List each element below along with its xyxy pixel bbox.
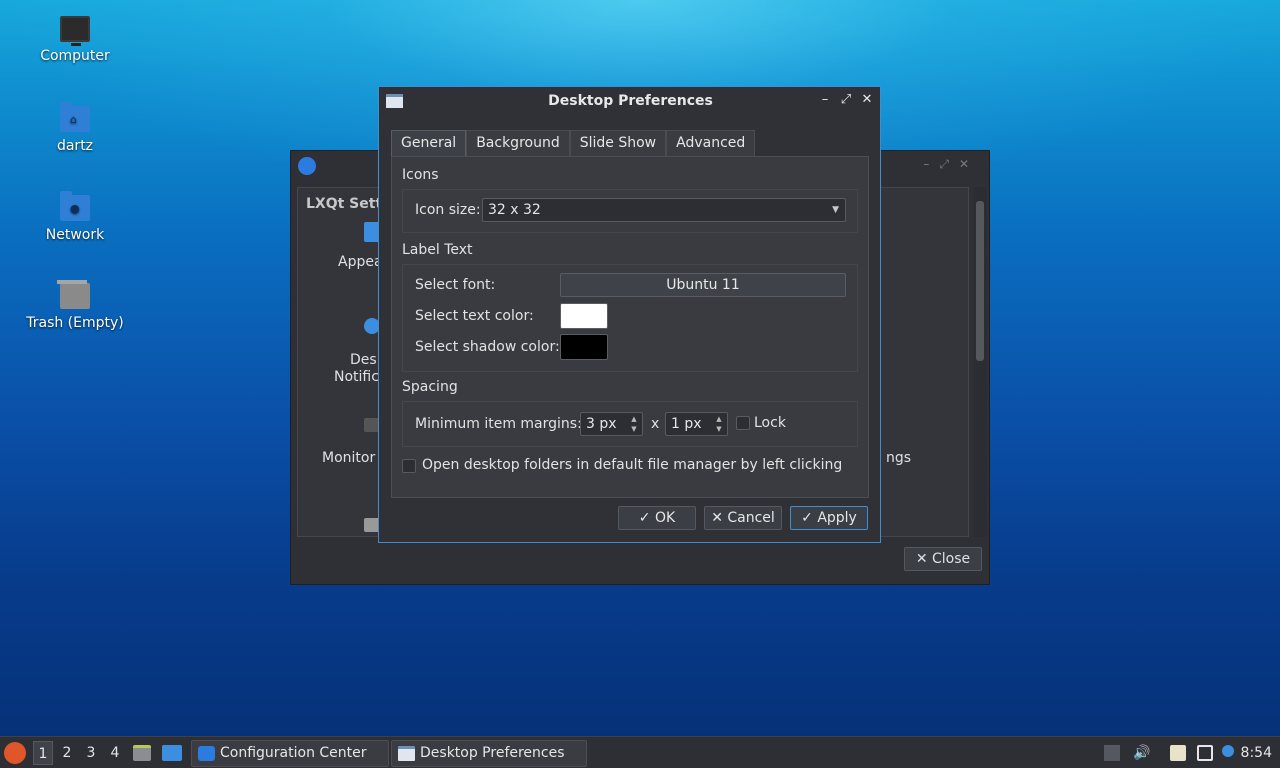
minimum-item-margins-label: Minimum item margins: <box>415 416 582 432</box>
settings-item-appearance[interactable]: Appea <box>338 254 383 270</box>
cancel-button[interactable]: ✕ Cancel <box>704 506 782 530</box>
spacing-group-title: Spacing <box>402 379 458 395</box>
task-desktop-preferences[interactable]: Desktop Preferences <box>391 740 587 767</box>
desktop-switch-1[interactable]: 1 <box>33 741 53 765</box>
margin-x-value: 3 px <box>586 416 617 432</box>
network-icon[interactable] <box>1197 745 1213 761</box>
window-controls[interactable]: –⤢✕ <box>923 157 979 172</box>
tab-bar: General Background Slide Show Advanced <box>391 130 756 158</box>
margin-y-value: 1 px <box>671 416 702 432</box>
minimize-icon[interactable]: – <box>818 92 832 107</box>
desktop-icon-dartz[interactable]: ⌂ dartz <box>20 102 130 154</box>
desktop-switch-4[interactable]: 4 <box>105 741 125 765</box>
select-shadow-color-label: Select shadow color: <box>415 339 560 355</box>
tray-arrow-icon[interactable] <box>1104 745 1120 761</box>
icon-size-select[interactable]: 32 x 32 ▼ <box>482 198 846 222</box>
icon-size-label: Icon size: <box>415 202 481 218</box>
spin-arrows-icon[interactable]: ▲ ▼ <box>628 414 640 434</box>
desktop-switch-3[interactable]: 3 <box>81 741 101 765</box>
select-font-button[interactable]: Ubuntu 11 <box>560 273 846 297</box>
margin-y-spinbox[interactable]: 1 px ▲ ▼ <box>665 412 728 436</box>
show-desktop-icon[interactable] <box>162 745 182 761</box>
close-button[interactable]: ✕ Close <box>904 547 982 571</box>
dialog-titlebar[interactable]: Desktop Preferences – ⤢ ✕ <box>379 87 880 116</box>
tab-slide-show[interactable]: Slide Show <box>569 130 667 157</box>
configuration-center-icon <box>198 746 215 761</box>
computer-icon <box>60 16 90 46</box>
desktop-icon-label: Network <box>45 227 105 243</box>
open-folders-label[interactable]: Open desktop folders in default file man… <box>422 457 842 473</box>
desktop-icon-label: dartz <box>56 138 94 154</box>
settings-heading: LXQt Setti <box>306 196 387 212</box>
tab-general[interactable]: General <box>391 130 467 158</box>
settings-item-settings[interactable]: ngs <box>886 450 911 466</box>
clipboard-icon[interactable] <box>1170 745 1186 761</box>
spacing-group: Minimum item margins: 3 px ▲ ▼ x 1 px ▲ ▼ … <box>402 401 858 447</box>
shadow-color-swatch[interactable] <box>560 334 608 360</box>
settings-scrollbar[interactable] <box>973 187 987 537</box>
icons-group-title: Icons <box>402 167 439 183</box>
settings-item-notifications[interactable]: Notific <box>334 369 379 385</box>
general-tab-panel: Icons Icon size: 32 x 32 ▼ Label Text Se… <box>391 156 869 498</box>
desktop-preferences-dialog[interactable]: Desktop Preferences – ⤢ ✕ General Backgr… <box>378 86 881 543</box>
desktop-icon-label: Computer <box>40 48 110 64</box>
ok-button[interactable]: ✓ OK <box>618 506 696 530</box>
desktop-icon-trash[interactable]: Trash (Empty) <box>20 280 130 331</box>
task-label: Configuration Center <box>220 745 367 761</box>
select-font-label: Select font: <box>415 277 496 293</box>
desktop-preferences-icon <box>398 746 415 761</box>
settings-item-monitor[interactable]: Monitor <box>322 450 375 466</box>
configuration-center-icon <box>298 157 316 175</box>
desktop-icon-computer[interactable]: Computer <box>20 16 130 64</box>
apply-button[interactable]: ✓ Apply <box>790 506 868 530</box>
tab-background[interactable]: Background <box>466 130 570 157</box>
text-color-swatch[interactable] <box>560 303 608 329</box>
close-icon[interactable]: ✕ <box>860 92 874 107</box>
icons-group: Icon size: 32 x 32 ▼ <box>402 189 858 233</box>
desktop-switch-2[interactable]: 2 <box>57 741 77 765</box>
spin-arrows-icon[interactable]: ▲ ▼ <box>713 414 725 434</box>
task-label: Desktop Preferences <box>420 745 565 761</box>
label-text-group: Select font: Ubuntu 11 Select text color… <box>402 264 858 372</box>
margin-x-spinbox[interactable]: 3 px ▲ ▼ <box>580 412 643 436</box>
network-folder-icon: ● <box>60 191 90 221</box>
icon-size-value: 32 x 32 <box>488 202 541 218</box>
lock-checkbox[interactable] <box>736 416 750 430</box>
maximize-icon[interactable]: ⤢ <box>839 92 853 107</box>
desktop-icon-label: Trash (Empty) <box>26 315 124 331</box>
taskbar: 1 2 3 4 Configuration Center Desktop Pre… <box>0 736 1280 768</box>
tab-advanced[interactable]: Advanced <box>666 130 756 157</box>
label-text-group-title: Label Text <box>402 242 473 258</box>
desktop-icon-network[interactable]: ● Network <box>20 191 130 243</box>
task-configuration-center[interactable]: Configuration Center <box>191 740 389 767</box>
main-menu-button[interactable] <box>4 742 26 764</box>
select-text-color-label: Select text color: <box>415 308 534 324</box>
home-folder-icon: ⌂ <box>60 102 90 132</box>
lock-label[interactable]: Lock <box>754 415 786 431</box>
trash-icon <box>57 280 90 309</box>
volume-icon[interactable]: 🔊 <box>1133 745 1150 761</box>
open-folders-checkbox[interactable] <box>402 459 416 473</box>
chevron-down-icon: ▼ <box>832 205 839 215</box>
dialog-title: Desktop Preferences <box>548 93 713 109</box>
margin-separator: x <box>651 416 660 432</box>
file-manager-launcher-icon[interactable] <box>133 745 151 761</box>
clock[interactable]: 8:54 <box>1241 741 1272 765</box>
notification-icon[interactable] <box>1222 745 1234 757</box>
